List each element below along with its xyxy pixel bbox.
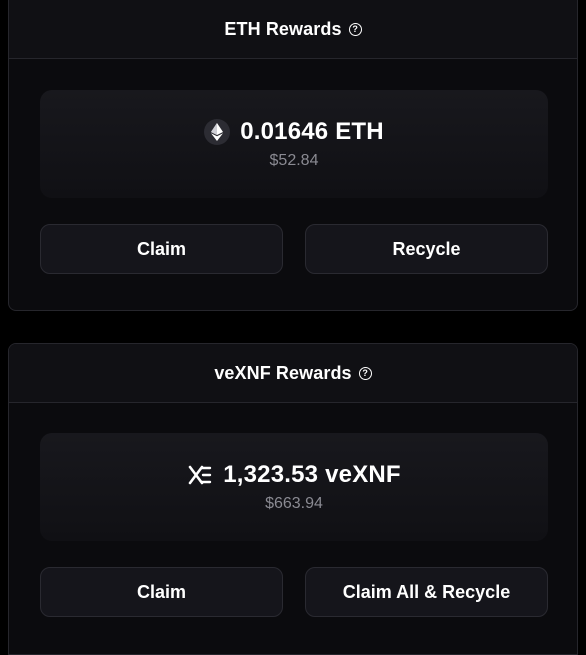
vexnf-amount-value: 1,323.53 veXNF [223,461,401,488]
vexnf-amount-card: 1,323.53 veXNF $663.94 [40,433,548,541]
eth-usd-value: $52.84 [269,152,319,169]
vexnf-rewards-panel: veXNF Rewards ? 1,323.53 veXNF $663.94 C… [8,343,578,655]
ethereum-icon [204,119,231,145]
eth-rewards-title: ETH Rewards [224,18,342,39]
eth-rewards-header: ETH Rewards ? [9,0,577,59]
vexnf-rewards-title: veXNF Rewards [214,362,352,383]
eth-amount-card: 0.01646 ETH $52.84 [40,90,548,198]
eth-claim-button[interactable]: Claim [40,224,283,274]
vexnf-claim-button[interactable]: Claim [40,567,283,617]
vexnf-amount-row: 1,323.53 veXNF [187,461,401,489]
eth-recycle-button[interactable]: Recycle [305,224,548,274]
help-circle-icon[interactable]: ? [348,22,362,36]
xnf-icon [187,464,213,486]
vexnf-usd-value: $663.94 [265,495,323,512]
claim-all-recycle-button[interactable]: Claim All & Recycle [305,567,548,617]
eth-amount-value: 0.01646 ETH [240,118,384,145]
vexnf-rewards-header: veXNF Rewards ? [9,344,577,403]
eth-rewards-panel: ETH Rewards ? 0.01646 ETH $52.84 Claim R… [8,0,578,311]
eth-amount-row: 0.01646 ETH [204,118,384,146]
help-circle-icon[interactable]: ? [358,366,372,380]
